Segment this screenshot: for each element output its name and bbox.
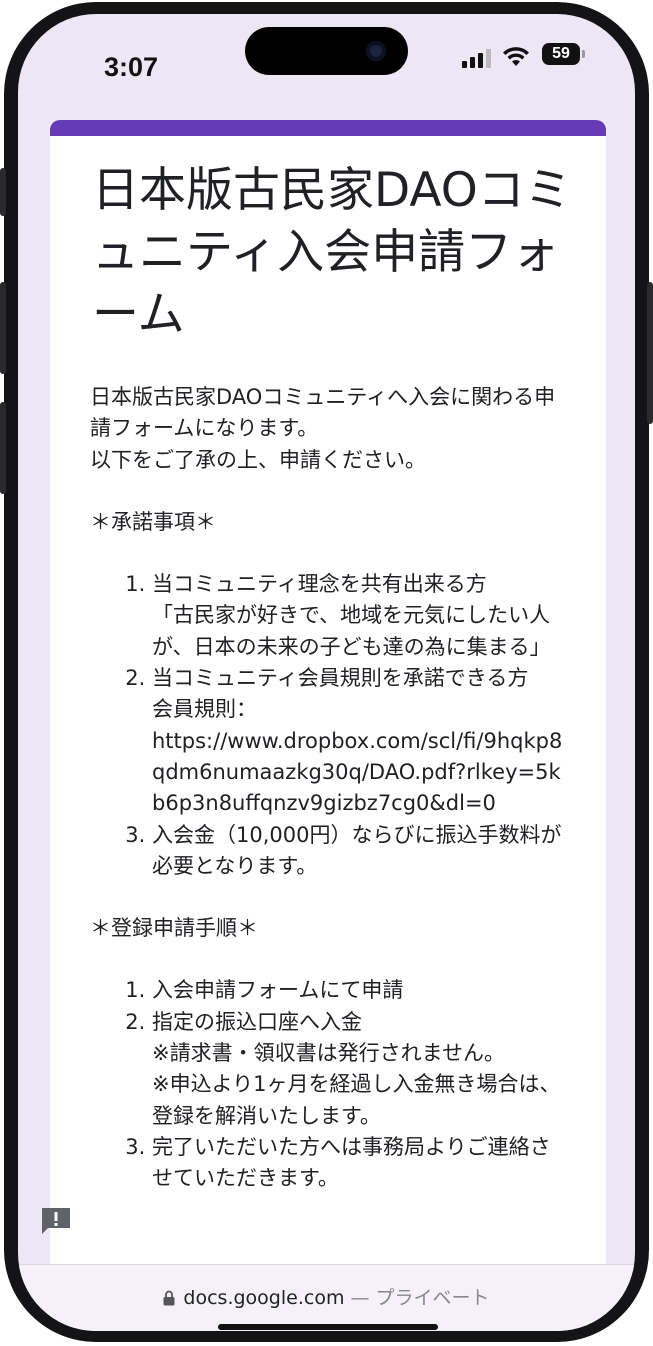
rules-link[interactable]: https://www.dropbox.com/scl/fi/9hqkp8qdm… — [152, 726, 570, 820]
list-item: 入会金（10,000円）ならびに振込手数料が必要となります。 — [152, 820, 570, 883]
consent-heading: ＊承諾事項＊ — [90, 509, 216, 534]
volume-down-button — [0, 402, 6, 494]
power-button — [647, 282, 653, 424]
battery-icon: 59 — [542, 43, 580, 65]
feedback-icon[interactable] — [40, 1206, 72, 1234]
intro-line: 日本版古民家DAOコミュニティへ入会に関わる申請フォームになります。 — [90, 385, 556, 441]
form-title: 日本版古民家DAOコミュニティ入会申請フォーム — [92, 163, 572, 342]
action-button — [0, 168, 6, 216]
signal-icon — [462, 48, 492, 68]
list-item: 完了いただいた方へは事務局よりご連絡させていただきます。 — [152, 1132, 570, 1195]
list-item: 当コミュニティ会員規則を承諾できる方 会員規則： https://www.dro… — [152, 663, 570, 819]
home-indicator[interactable] — [218, 1324, 438, 1330]
form-header-card: 日本版古民家DAOコミュニティ入会申請フォーム 日本版古民家DAOコミュニティへ… — [50, 120, 606, 1300]
volume-up-button — [0, 282, 6, 374]
url-privacy: プライベート — [375, 1287, 490, 1309]
url-line[interactable]: docs.google.com — プライベート — [18, 1283, 635, 1310]
phone-screen: 3:07 59 日本版古民家DAOコミュニティ入会申請フォーム 日本版古民家DA… — [18, 14, 635, 1331]
list-item: 当コミュニティ理念を共有出来る方 「古民家が好きで、地域を元気にしたい人が、日本… — [152, 569, 570, 663]
list-item: 指定の振込口座へ入金 ※請求書・領収書は発行されません。 ※申込より1ヶ月を経過… — [152, 1007, 570, 1132]
wifi-icon — [503, 47, 529, 66]
dynamic-island — [245, 27, 408, 75]
consent-list: 当コミュニティ理念を共有出来る方 「古民家が好きで、地域を元気にしたい人が、日本… — [90, 569, 570, 882]
url-separator: — — [344, 1287, 376, 1309]
camera-icon — [366, 41, 386, 61]
url-domain: docs.google.com — [183, 1287, 345, 1309]
intro-line: 以下をご了承の上、申請ください。 — [90, 447, 426, 472]
lock-icon — [163, 1290, 175, 1306]
status-time: 3:07 — [104, 52, 159, 82]
procedure-heading: ＊登録申請手順＊ — [90, 916, 258, 941]
procedure-list: 入会申請フォームにて申請 指定の振込口座へ入金 ※請求書・領収書は発行されません… — [90, 975, 570, 1194]
form-description: 日本版古民家DAOコミュニティへ入会に関わる申請フォームになります。 以下をご了… — [90, 382, 570, 1195]
list-item: 入会申請フォームにて申請 — [152, 975, 570, 1006]
form-accent-bar — [50, 120, 606, 136]
url-bar[interactable]: docs.google.com — プライベート — [18, 1264, 635, 1331]
battery-cap — [582, 50, 585, 58]
